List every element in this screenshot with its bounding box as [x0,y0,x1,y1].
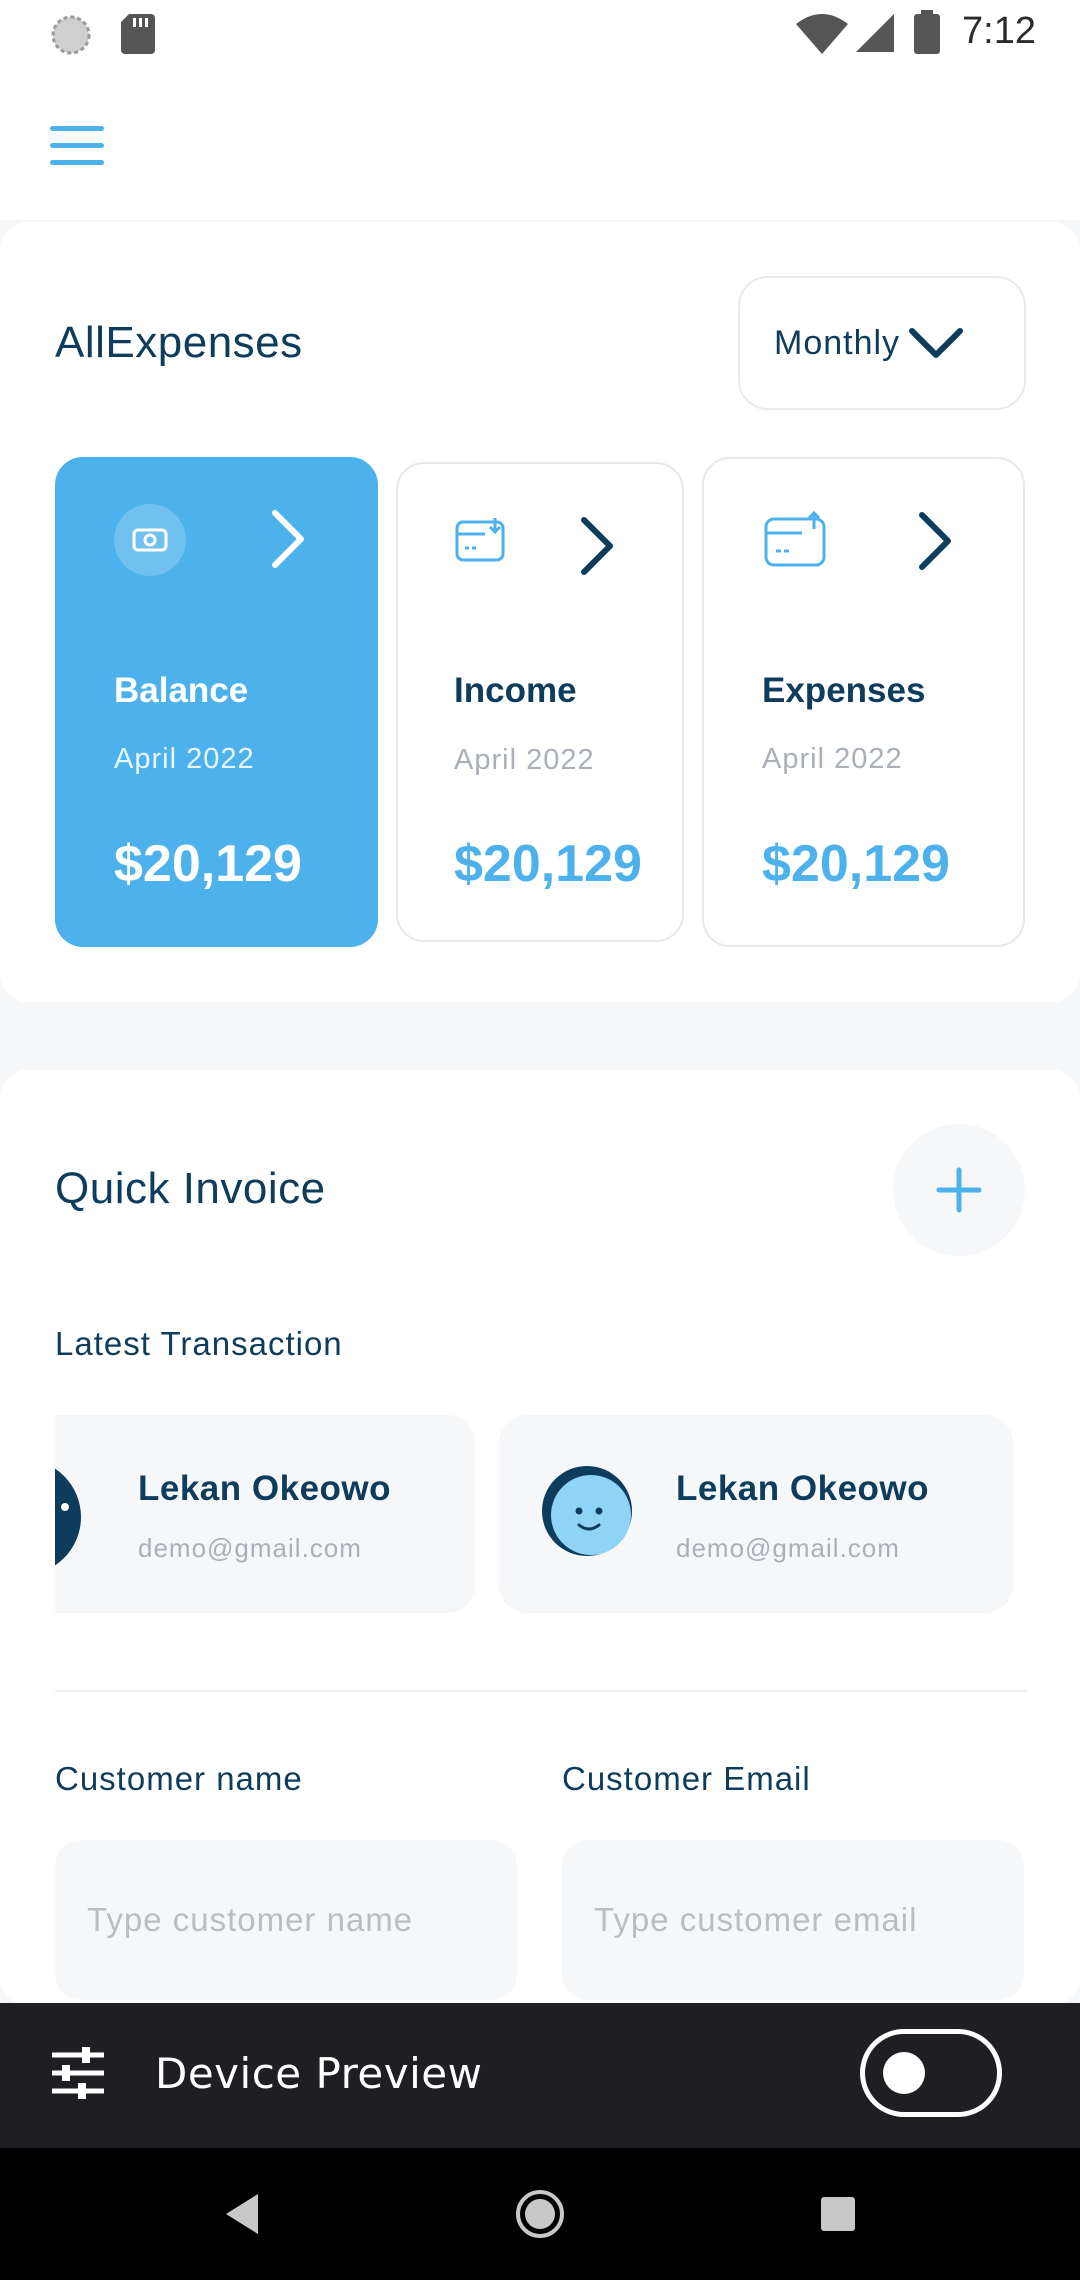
avatar [542,1466,632,1556]
balance-card[interactable]: Balance April 2022 $20,129 [55,457,378,947]
income-icon [455,518,505,562]
add-invoice-button[interactable] [893,1124,1025,1256]
sd-card-icon [121,14,155,54]
settings-sliders-icon[interactable] [50,2047,106,2099]
wallet-icon [114,504,186,576]
hamburger-menu-icon[interactable] [50,126,104,166]
customer-email-label: Customer Email [562,1760,811,1797]
latest-transactions-list[interactable]: Lekan Okeowo demo@gmail.com Lekan Okeowo… [55,1415,1055,1615]
chevron-right-icon [581,517,613,575]
income-card-date: April 2022 [454,744,595,776]
expenses-card-amount: $20,129 [762,835,950,893]
expenses-card-date: April 2022 [762,743,903,775]
chevron-down-icon [909,328,964,358]
wifi-icon [796,14,848,54]
transaction-name: Lekan Okeowo [138,1469,392,1508]
recents-icon[interactable] [818,2194,858,2234]
loading-icon [51,15,91,55]
battery-icon [914,10,940,54]
back-icon[interactable] [222,2192,262,2236]
customer-name-input[interactable] [55,1840,517,2000]
toggle-knob [883,2052,925,2094]
transaction-name: Lekan Okeowo [676,1469,930,1508]
quick-invoice-title: Quick Invoice [55,1164,326,1213]
device-preview-label: Device Preview [155,2049,483,2098]
expenses-card[interactable]: Expenses April 2022 $20,129 [702,457,1025,947]
all-expenses-title: AllExpenses [55,318,303,367]
latest-transaction-label: Latest Transaction [55,1325,343,1362]
system-navigation-bar [0,2148,1080,2280]
customer-email-input[interactable] [562,1840,1024,2000]
customer-name-label: Customer name [55,1760,303,1797]
income-card[interactable]: Income April 2022 $20,129 [396,462,684,942]
balance-card-amount: $20,129 [114,835,302,893]
chevron-right-icon [272,510,304,568]
expenses-card-name: Expenses [762,671,926,710]
home-icon[interactable] [514,2188,566,2240]
income-card-name: Income [454,671,577,710]
period-dropdown-label: Monthly [774,323,901,362]
transaction-card[interactable]: Lekan Okeowo demo@gmail.com [499,1415,1013,1613]
balance-card-date: April 2022 [114,743,255,775]
expenses-icon [764,511,826,567]
device-preview-bar: Device Preview [0,2003,1080,2148]
plus-icon [936,1167,982,1213]
device-preview-toggle[interactable] [860,2029,1002,2117]
income-card-amount: $20,129 [454,835,642,893]
transaction-email: demo@gmail.com [676,1533,900,1563]
status-time: 7:12 [962,10,1036,52]
transaction-card[interactable]: Lekan Okeowo demo@gmail.com [55,1415,475,1613]
app-top-bar [0,68,1080,220]
balance-card-name: Balance [114,671,249,710]
chevron-right-icon [919,512,951,570]
period-dropdown[interactable]: Monthly [738,276,1026,410]
status-bar: 7:12 [0,0,1080,68]
avatar [55,1468,81,1566]
transaction-email: demo@gmail.com [138,1533,362,1563]
section-divider [55,1690,1027,1692]
signal-icon [856,14,894,52]
